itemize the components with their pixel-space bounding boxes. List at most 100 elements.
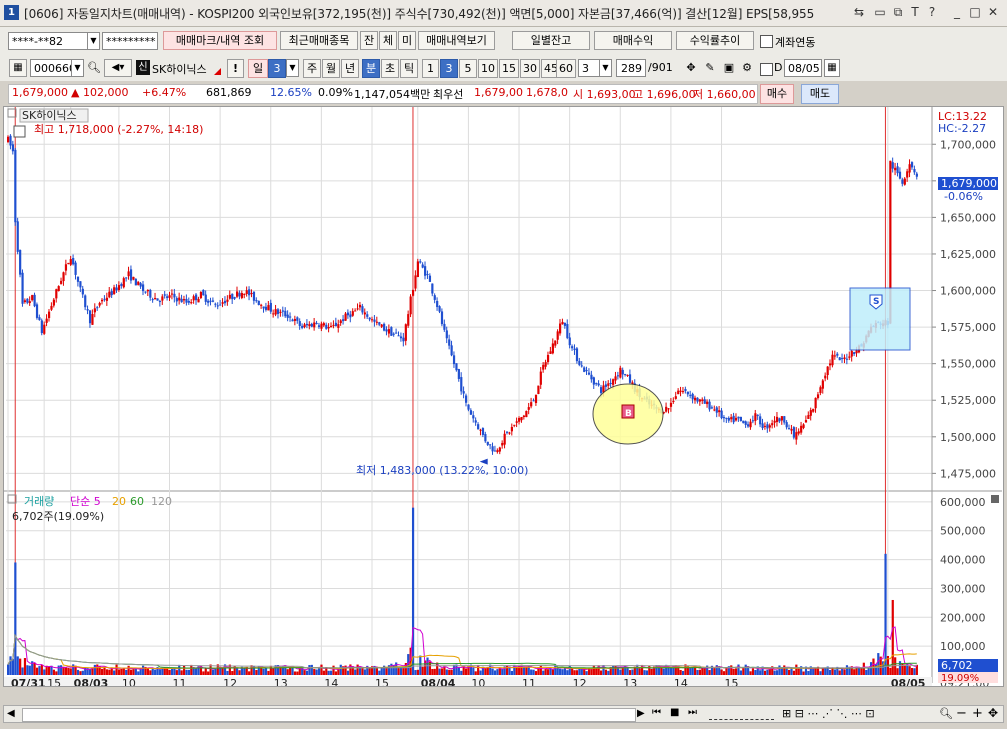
scroll-track[interactable]: [22, 708, 636, 722]
interval-60-button[interactable]: 60: [556, 59, 576, 78]
volume-bar: [703, 668, 706, 675]
speed-slider[interactable]: [709, 709, 774, 720]
volume-bar: [7, 664, 10, 675]
candle-body: [47, 311, 51, 319]
chart-area[interactable]: 1,700,0001,675,0001,650,0001,625,0001,60…: [3, 106, 1004, 690]
chevron-down-icon[interactable]: ▼: [87, 32, 100, 50]
chevron-down-icon[interactable]: ▼: [286, 59, 299, 77]
candle-body: [204, 294, 207, 302]
time-tick-label: 10: [471, 677, 485, 686]
sell-button[interactable]: 매도: [801, 84, 839, 104]
minute-button[interactable]: 분: [362, 59, 380, 78]
panel-menu-icon[interactable]: [991, 495, 999, 503]
volume-bar: [532, 669, 535, 675]
account-link-checkbox[interactable]: [760, 35, 773, 48]
interval-field[interactable]: 3: [578, 59, 600, 77]
layout-icon[interactable]: ▦: [9, 59, 27, 77]
chart-svg[interactable]: 1,700,0001,675,0001,650,0001,625,0001,60…: [4, 107, 1003, 690]
minimize-icon[interactable]: _: [950, 5, 964, 19]
crosshair-icon[interactable]: ✥: [682, 59, 700, 77]
link-icon[interactable]: ⇆: [852, 5, 866, 19]
calendar-icon[interactable]: ▦: [824, 59, 840, 77]
zoom-icon[interactable]: 🔍︎: [939, 707, 953, 720]
scroll-left-icon[interactable]: ◀: [7, 708, 15, 719]
grid-icon[interactable]: [13, 125, 26, 138]
zoom-in-icon[interactable]: +: [972, 706, 983, 721]
speaker-icon[interactable]: ◀▾: [104, 59, 132, 77]
scroll-right-icon[interactable]: ▶: [637, 708, 645, 719]
month-button[interactable]: 월: [322, 59, 340, 78]
second-button[interactable]: 초: [381, 59, 399, 78]
volume-bar: [631, 669, 634, 675]
candle-body: [339, 320, 342, 324]
stock-code-field[interactable]: 000660: [30, 59, 72, 77]
chevron-down-icon[interactable]: ▼: [71, 59, 84, 77]
save-icon[interactable]: ▣: [720, 59, 738, 77]
text-icon[interactable]: T: [908, 5, 922, 19]
restore-icon[interactable]: ▭: [873, 5, 887, 19]
candle-body: [267, 305, 270, 311]
interval-10-button[interactable]: 10: [478, 59, 498, 78]
date-field[interactable]: 08/05: [784, 59, 822, 77]
time-tick-label: 11: [522, 677, 536, 686]
zoom-out-icon[interactable]: −: [956, 706, 967, 721]
daily-balance-button[interactable]: 일별잔고: [512, 31, 590, 50]
best-quote-label: 최우선: [433, 88, 464, 101]
chart-scrollbar[interactable]: ◀ ▶ ⏮ ■ ⏭ ⊞ ⊟ ⋯ ⋰ ⋱ ⋯ ⊡ 🔍︎ − + ✥: [3, 705, 1004, 723]
interval-30-button[interactable]: 30: [520, 59, 540, 78]
rewind-icon[interactable]: ⏮: [652, 707, 661, 718]
tool-icons[interactable]: ⊞ ⊟ ⋯ ⋰ ⋱ ⋯ ⊡: [782, 707, 875, 720]
trade-mark-query-button[interactable]: 매매마크/내역 조회: [163, 31, 277, 50]
candle-body: [730, 417, 733, 420]
candle-body: [243, 293, 246, 295]
interval-5-button[interactable]: 5: [459, 59, 477, 78]
balance-button[interactable]: 잔: [360, 31, 378, 50]
return-trend-button[interactable]: 수익률추이: [676, 31, 754, 50]
volume-bar: [332, 665, 335, 675]
volume-bar: [378, 670, 381, 675]
candle-body: [518, 418, 521, 422]
volume-bar: [79, 671, 82, 675]
help-icon[interactable]: ?: [925, 5, 939, 19]
candle-body: [691, 393, 694, 400]
volume-bar: [479, 670, 482, 675]
candle-body: [19, 250, 22, 275]
stop-icon[interactable]: ■: [670, 707, 679, 718]
settings-icon[interactable]: ⚙: [738, 59, 756, 77]
password-field[interactable]: *********: [102, 32, 158, 50]
day-count-field[interactable]: 3: [268, 59, 286, 78]
year-button[interactable]: 년: [341, 59, 359, 78]
trade-history-button[interactable]: 매매내역보기: [418, 31, 495, 50]
interval-15-button[interactable]: 15: [499, 59, 519, 78]
day-button[interactable]: 일: [248, 59, 268, 78]
volume-bar: [860, 668, 863, 675]
bar-count-field[interactable]: 289: [616, 59, 646, 77]
volume-bar: [493, 670, 497, 675]
pin-icon[interactable]: ⧉: [891, 5, 905, 19]
candle-body: [807, 415, 810, 419]
maximize-icon[interactable]: □: [968, 5, 982, 19]
tick-button[interactable]: 틱: [400, 59, 418, 78]
chevron-down-icon[interactable]: ▼: [599, 59, 612, 77]
volume-bar: [643, 670, 646, 675]
forward-icon[interactable]: ⏭: [688, 707, 697, 718]
account-field[interactable]: ****-**82: [8, 32, 88, 50]
move-icon[interactable]: ✥: [988, 706, 998, 720]
trade-profit-button[interactable]: 매매수익: [594, 31, 672, 50]
volume-bar: [845, 665, 849, 675]
recent-trades-button[interactable]: 최근매매종목: [280, 31, 358, 50]
close-icon[interactable]: ✕: [986, 5, 1000, 19]
candle-body: [79, 281, 82, 288]
interval-1-button[interactable]: 1: [422, 59, 439, 78]
candle-body: [701, 399, 704, 402]
candle-body: [141, 284, 145, 292]
buy-button[interactable]: 매수: [760, 84, 794, 104]
date-checkbox[interactable]: [760, 63, 773, 76]
week-button[interactable]: 주: [303, 59, 321, 78]
executed-button[interactable]: 체: [379, 31, 397, 50]
search-icon[interactable]: 🔍︎: [86, 59, 102, 77]
interval-3-button[interactable]: 3: [440, 59, 458, 78]
unfilled-button[interactable]: 미: [398, 31, 416, 50]
draw-tool-icon[interactable]: ✎: [701, 59, 719, 77]
alert-button[interactable]: !: [227, 59, 244, 78]
